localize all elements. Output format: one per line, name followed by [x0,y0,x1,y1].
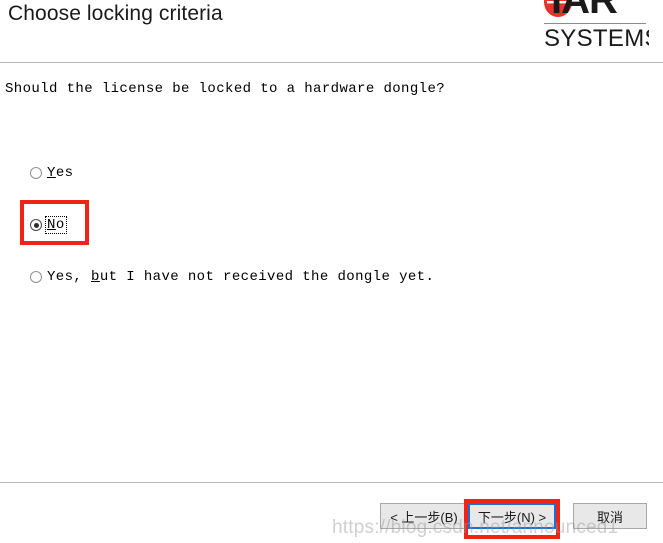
next-button[interactable]: 下一步(N) > [468,503,556,529]
question-text: Should the license be locked to a hardwa… [5,81,446,97]
accel-key-but: b [91,269,100,285]
radio-label-yes-rest: es [55,165,74,181]
wizard-footer: < 上一步(B) 下一步(N) > 取消 [0,483,663,543]
logo-wordmark-row: IAR [517,0,649,24]
radio-label-no[interactable]: No [45,216,67,234]
radio-label-suffix: ut I have not received the dongle yet. [99,269,435,285]
radio-indicator-yes-not-received[interactable] [30,271,42,283]
radio-label-prefix: Yes, [47,269,92,285]
wizard-header: Choose locking criteria IAR SYSTEMS [0,0,663,62]
license-wizard-window: Choose locking criteria IAR SYSTEMS Shou… [0,0,663,543]
radio-indicator-yes[interactable] [30,167,42,179]
logo-divider [544,23,646,24]
radio-label-yes-not-received[interactable]: Yes, but I have not received the dongle … [46,269,435,285]
logo-subwordmark-text: SYSTEMS [544,25,649,52]
logo-wordmark-text: IAR [551,0,618,22]
page-title: Choose locking criteria [8,2,223,25]
cancel-button[interactable]: 取消 [573,503,647,529]
radio-option-yes[interactable]: Yes [30,164,74,182]
radio-label-no-rest: o [55,217,65,233]
accel-key-no: N [47,217,56,233]
iar-systems-logo: IAR SYSTEMS [517,0,649,56]
back-button[interactable]: < 上一步(B) [380,503,468,529]
radio-option-no[interactable]: No [30,216,67,234]
radio-option-yes-not-received[interactable]: Yes, but I have not received the dongle … [30,268,435,286]
wizard-body: Should the license be locked to a hardwa… [0,63,663,482]
accel-key-yes: Y [47,165,56,181]
radio-indicator-no[interactable] [30,219,42,231]
radio-label-yes[interactable]: Yes [46,165,74,181]
